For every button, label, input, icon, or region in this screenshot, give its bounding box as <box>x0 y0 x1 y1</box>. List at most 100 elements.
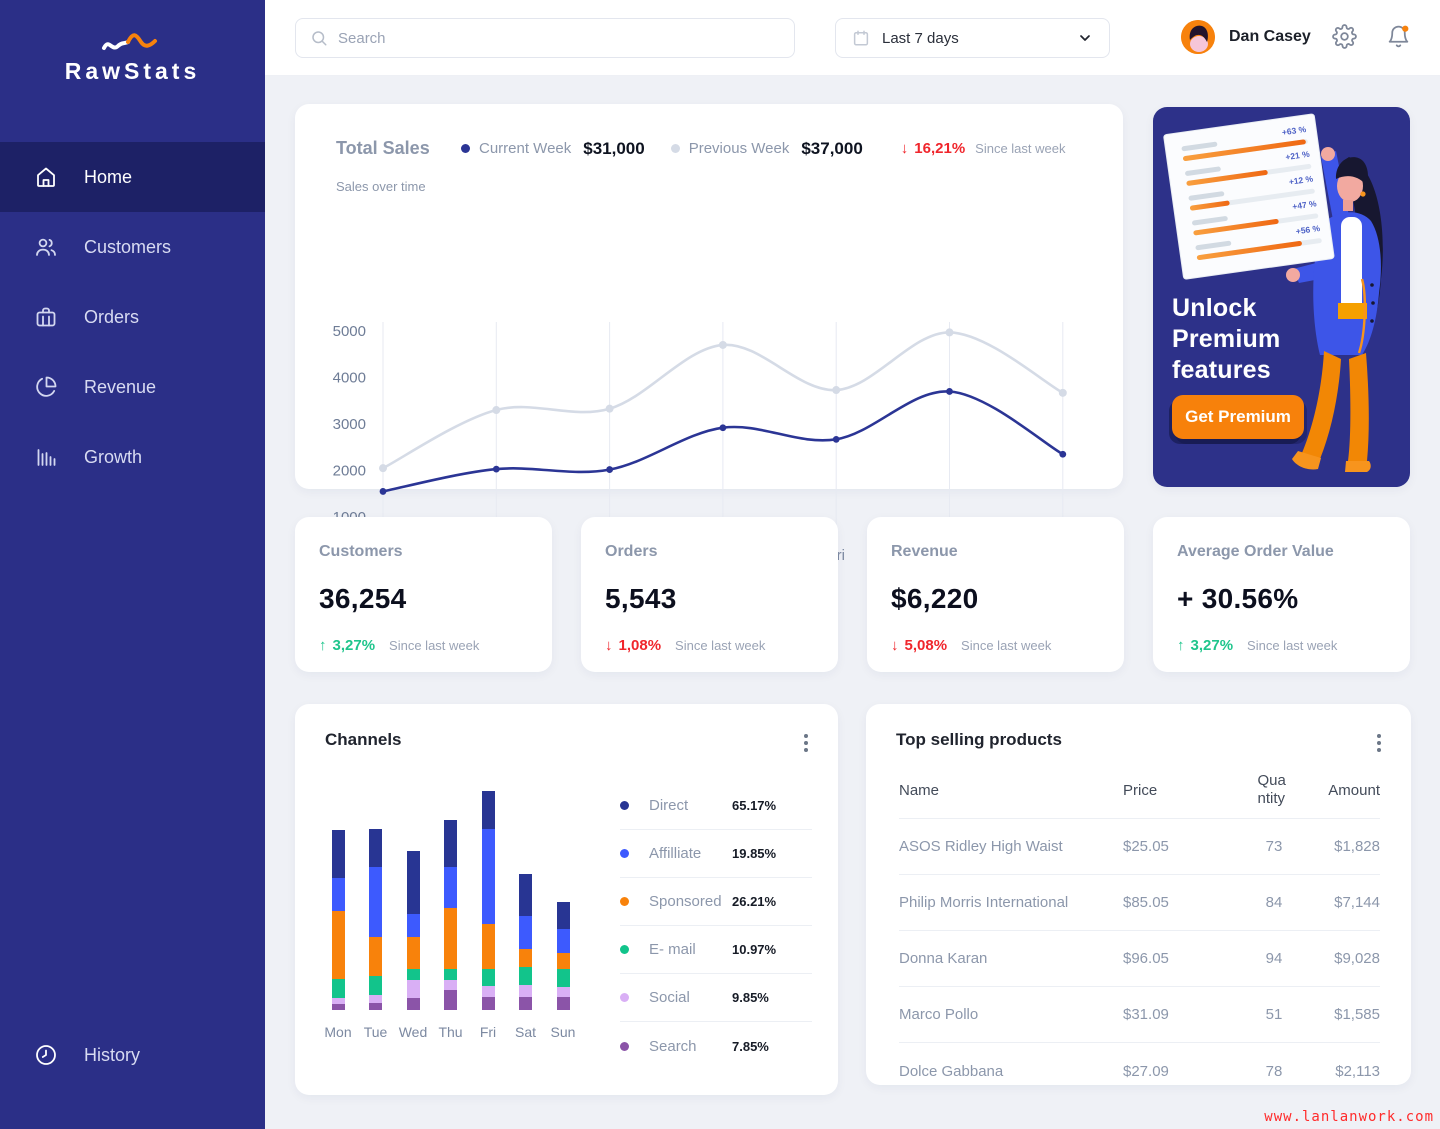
bar-column-sun: Sun <box>548 784 578 1040</box>
bar-segment-direct <box>332 830 345 878</box>
svg-text:4000: 4000 <box>333 370 366 387</box>
product-name: ASOS Ridley High Waist <box>899 838 1123 855</box>
brand-name: RawStats <box>0 58 265 85</box>
legend-value: 7.85% <box>732 1039 769 1054</box>
stat-delta: ↑3,27%Since last week <box>1177 637 1386 654</box>
brand-logo: RawStats <box>0 28 265 85</box>
product-price: $85.05 <box>1123 894 1238 911</box>
product-price: $96.05 <box>1123 950 1238 967</box>
bar-segment-social <box>369 995 382 1003</box>
stat-value: $6,220 <box>891 583 1100 615</box>
product-quantity: 78 <box>1238 1063 1310 1080</box>
arrow-up-icon: ↑ <box>1177 637 1185 654</box>
notification-dot <box>1402 26 1408 32</box>
bar-stack <box>407 784 420 1010</box>
search-icon <box>310 29 328 47</box>
stat-title: Average Order Value <box>1177 543 1386 561</box>
product-amount: $7,144 <box>1310 894 1380 911</box>
bar-segment-email <box>557 969 570 987</box>
bar-category-label: Wed <box>399 1024 428 1040</box>
product-amount: $1,585 <box>1310 1006 1380 1023</box>
topbar: Last 7 days Dan Casey <box>265 0 1440 76</box>
table-row: Donna Karan$96.0594$9,028 <box>899 931 1380 987</box>
legend-label: Direct <box>649 797 732 814</box>
legend-dot <box>620 1042 629 1051</box>
bar-segment-direct <box>444 820 457 867</box>
bar-segment-direct <box>482 791 495 829</box>
legend-label: Affilliate <box>649 845 732 862</box>
channels-menu-button[interactable] <box>800 730 812 756</box>
bar-column-mon: Mon <box>323 784 353 1040</box>
bar-segment-social <box>407 980 420 998</box>
total-sales-header: Total Sales Current Week $31,000 Previou… <box>295 104 1123 159</box>
bar-segment-email <box>332 979 345 998</box>
bar-segment-sponsored <box>332 911 345 979</box>
sidebar-item-label: Orders <box>84 307 139 328</box>
bar-segment-search <box>444 990 457 1010</box>
bar-stack <box>369 784 382 1010</box>
delta-caption: Since last week <box>675 638 765 653</box>
product-price: $31.09 <box>1123 1006 1238 1023</box>
sidebar-item-customers[interactable]: Customers <box>0 212 265 282</box>
total-sales-title: Total Sales <box>336 138 461 159</box>
bar-segment-affilliate <box>482 829 495 924</box>
settings-button[interactable] <box>1332 24 1357 49</box>
bar-segment-social <box>557 987 570 997</box>
product-quantity: 73 <box>1238 838 1310 855</box>
search-input[interactable] <box>338 30 780 47</box>
legend-label: E- mail <box>649 941 732 958</box>
previous-week-dot <box>671 144 680 153</box>
bar-segment-search <box>407 998 420 1010</box>
dashboard-page: { "brand": { "name": "RawStats" }, "side… <box>0 0 1440 1129</box>
get-premium-button[interactable]: Get Premium <box>1172 395 1304 439</box>
product-amount: $9,028 <box>1310 950 1380 967</box>
bar-segment-sponsored <box>519 949 532 967</box>
date-range-dropdown[interactable]: Last 7 days <box>835 18 1110 58</box>
bar-category-label: Tue <box>364 1024 388 1040</box>
sidebar-history: History <box>0 1020 265 1090</box>
product-amount: $2,113 <box>1310 1063 1380 1080</box>
bar-segment-direct <box>407 851 420 914</box>
bar-segment-email <box>444 969 457 980</box>
users-icon <box>34 235 58 259</box>
legend-dot <box>620 897 629 906</box>
channel-legend-row-social: Social9.85% <box>620 974 812 1022</box>
sidebar-item-revenue[interactable]: Revenue <box>0 352 265 422</box>
home-icon <box>34 165 58 189</box>
stat-card-revenue: Revenue$6,220↓5,08%Since last week <box>867 517 1124 672</box>
stat-delta: ↓1,08%Since last week <box>605 637 814 654</box>
bar-stack <box>557 784 570 1010</box>
squiggle-logo-icon <box>98 28 168 56</box>
product-name: Marco Pollo <box>899 1006 1123 1023</box>
legend-value: 10.97% <box>732 942 776 957</box>
notifications-button[interactable] <box>1386 24 1411 49</box>
legend-dot <box>620 945 629 954</box>
bar-category-label: Sat <box>515 1024 536 1040</box>
sidebar-item-growth[interactable]: Growth <box>0 422 265 492</box>
bar-segment-social <box>482 986 495 997</box>
illustration-board: +63 % +21 % +12 % +47 % <box>1163 114 1334 280</box>
delta-caption: Since last week <box>1247 638 1337 653</box>
sidebar-item-home[interactable]: Home <box>0 142 265 212</box>
channels-stacked-bar-chart: Mon Tue Wed ThuFri Sat Sun <box>323 784 578 1040</box>
bar-segment-email <box>519 967 532 985</box>
user-menu[interactable]: Dan Casey <box>1181 20 1311 54</box>
products-menu-button[interactable] <box>1373 730 1385 756</box>
sidebar-item-label: Revenue <box>84 377 156 398</box>
bar-column-fri: Fri <box>473 784 503 1040</box>
premium-heading: Unlock Premium features <box>1172 293 1332 385</box>
legend-value: 19.85% <box>732 846 776 861</box>
stat-title: Customers <box>319 543 528 561</box>
bar-category-label: Sun <box>551 1024 576 1040</box>
sidebar-item-orders[interactable]: Orders <box>0 282 265 352</box>
table-row: Philip Morris International$85.0584$7,14… <box>899 875 1380 931</box>
legend-label: Social <box>649 989 732 1006</box>
bar-column-thu: Thu <box>436 784 466 1040</box>
search-box[interactable] <box>295 18 795 58</box>
sidebar-item-history[interactable]: History <box>0 1020 265 1090</box>
legend-dot <box>620 993 629 1002</box>
svg-text:2000: 2000 <box>333 463 366 480</box>
legend-previous-week: Previous Week $37,000 <box>671 139 863 159</box>
bar-segment-affilliate <box>557 929 570 953</box>
current-week-dot <box>461 144 470 153</box>
